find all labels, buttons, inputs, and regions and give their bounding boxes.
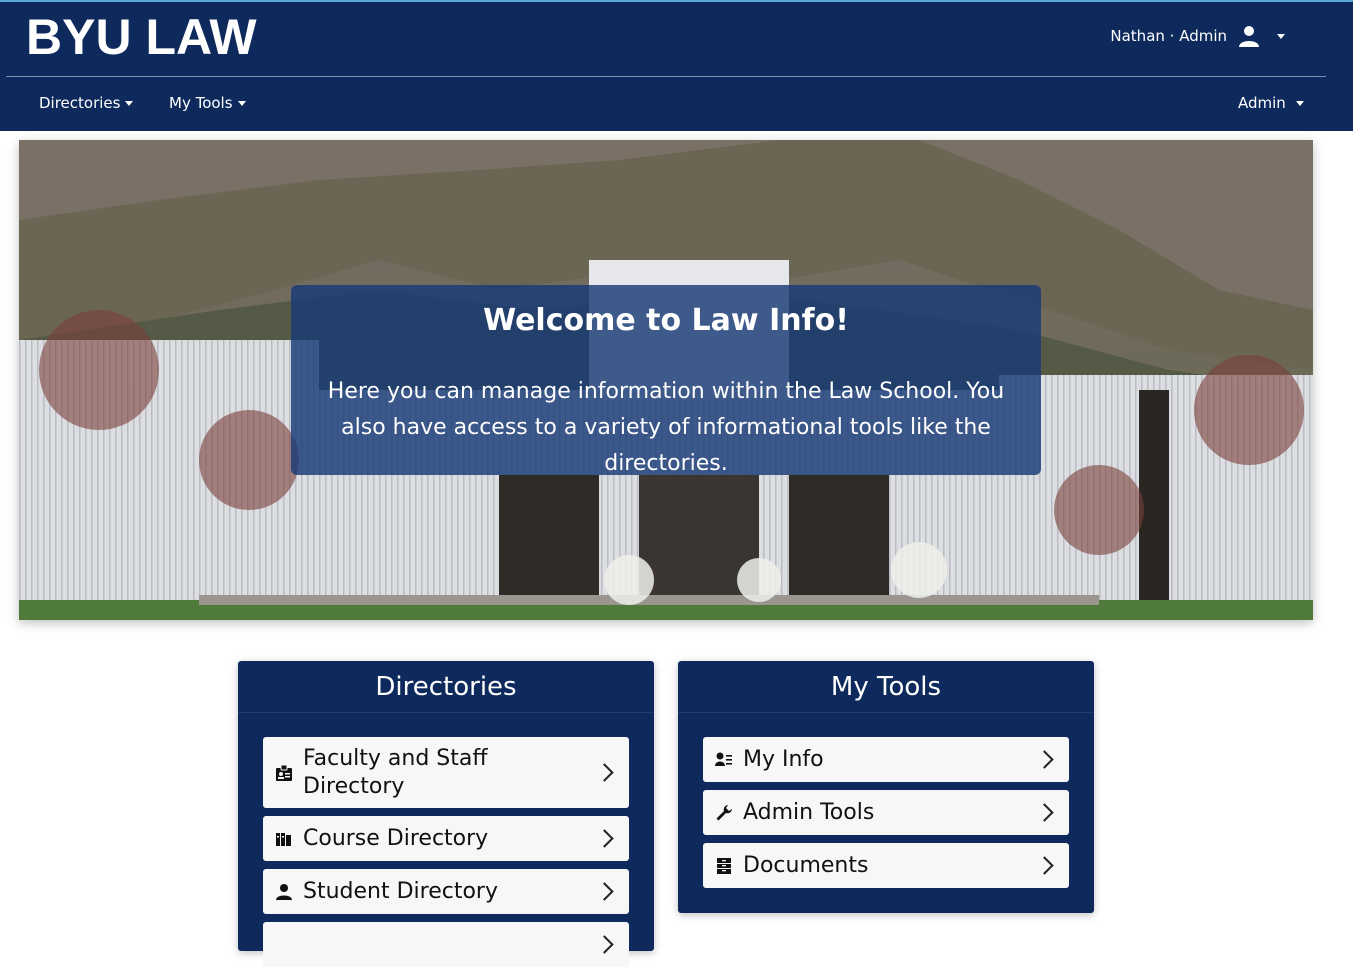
- partial-directory-link[interactable]: [263, 922, 629, 967]
- user-info-icon: [715, 752, 732, 766]
- chevron-down-icon: [1277, 33, 1285, 39]
- chevron-down-icon: [237, 100, 246, 106]
- header-divider: [6, 76, 1326, 77]
- nav-admin-label: Admin: [1238, 94, 1286, 112]
- chevron-down-icon: [1295, 100, 1304, 106]
- main-nav: Directories My Tools Admin: [0, 78, 1353, 131]
- my-info-label: My Info: [743, 747, 824, 772]
- course-directory-label: Course Directory: [303, 826, 489, 851]
- person-icon: [276, 883, 292, 900]
- course-directory-link[interactable]: Course Directory: [263, 816, 629, 861]
- books-icon: [276, 832, 291, 846]
- my-tools-card: My Tools My Info Admin Tools Documents: [678, 661, 1094, 913]
- nav-directories-dropdown[interactable]: Directories: [39, 94, 134, 112]
- chevron-right-icon: [1035, 855, 1054, 875]
- my-tools-list: My Info Admin Tools Documents: [678, 713, 1094, 888]
- faculty-staff-directory-link[interactable]: Faculty and Staff Directory: [263, 737, 629, 808]
- documents-link[interactable]: Documents: [703, 843, 1069, 888]
- my-info-link[interactable]: My Info: [703, 737, 1069, 782]
- directories-list: Faculty and Staff Directory Course Direc…: [238, 713, 654, 967]
- admin-tools-label: Admin Tools: [743, 800, 875, 825]
- documents-label: Documents: [743, 853, 869, 878]
- chevron-right-icon: [595, 828, 614, 848]
- nav-directories-label: Directories: [39, 94, 121, 112]
- nav-admin-dropdown[interactable]: Admin: [1238, 94, 1304, 112]
- hero-banner: Welcome to Law Info! Here you can manage…: [19, 140, 1313, 620]
- my-tools-card-title: My Tools: [678, 661, 1094, 713]
- user-avatar-icon: [1239, 26, 1259, 47]
- wrench-icon: [716, 804, 732, 820]
- faculty-staff-directory-label: Faculty and Staff Directory: [303, 745, 488, 799]
- directories-card-title: Directories: [238, 661, 654, 713]
- chevron-right-icon: [595, 881, 614, 901]
- user-menu[interactable]: Nathan · Admin: [1110, 24, 1285, 48]
- file-cabinet-icon: [717, 857, 731, 874]
- student-directory-label: Student Directory: [303, 879, 498, 904]
- welcome-title: Welcome to Law Info!: [483, 303, 849, 338]
- chevron-right-icon: [595, 762, 614, 782]
- chevron-right-icon: [1035, 802, 1054, 822]
- site-header: BYU LAW Nathan · Admin Directories My To…: [0, 2, 1353, 131]
- byu-law-logo[interactable]: BYU LAW: [26, 10, 257, 64]
- directories-card: Directories Faculty and Staff Directory: [238, 661, 654, 967]
- welcome-panel: Welcome to Law Info! Here you can manage…: [291, 285, 1041, 476]
- chevron-right-icon: [1035, 749, 1054, 769]
- welcome-description: Here you can manage information within t…: [327, 379, 1005, 476]
- chevron-down-icon: [125, 100, 134, 106]
- admin-tools-link[interactable]: Admin Tools: [703, 790, 1069, 835]
- student-directory-link[interactable]: Student Directory: [263, 869, 629, 914]
- nav-my-tools-label: My Tools: [169, 94, 233, 112]
- user-name-label: Nathan · Admin: [1110, 27, 1227, 45]
- nav-my-tools-dropdown[interactable]: My Tools: [169, 94, 246, 112]
- id-badge-icon: [276, 764, 292, 781]
